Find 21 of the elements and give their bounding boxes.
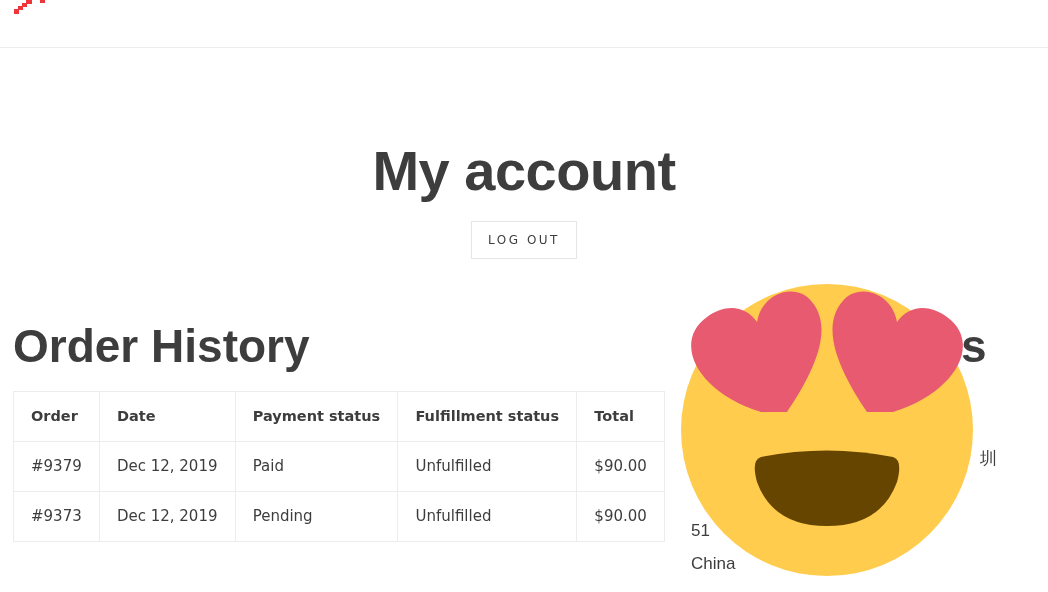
table-cell: Paid [235, 441, 398, 492]
table-cell: Unfulfilled [397, 441, 577, 492]
order-link[interactable]: #9373 [13, 491, 100, 542]
section-title: s [961, 320, 987, 372]
table-cell: Dec 12, 2019 [99, 491, 236, 542]
order-link[interactable]: #9379 [13, 441, 100, 492]
column-header: Total [576, 391, 665, 442]
address-line: 51 [691, 522, 710, 539]
logo-icon[interactable] [14, 0, 46, 14]
table-cell: Unfulfilled [397, 491, 577, 542]
address-line: China [691, 555, 736, 572]
table-cell: $90.00 [576, 491, 665, 542]
column-header: Order [13, 391, 100, 442]
table-cell: $90.00 [576, 441, 665, 492]
table-cell: Pending [235, 491, 398, 542]
address-line: 圳 [980, 450, 997, 467]
column-header: Date [99, 391, 236, 442]
column-header: Payment status [235, 391, 398, 442]
column-header: Fulfillment status [397, 391, 577, 442]
logout-button[interactable]: LOG OUT [471, 221, 577, 259]
table-cell: Dec 12, 2019 [99, 441, 236, 492]
